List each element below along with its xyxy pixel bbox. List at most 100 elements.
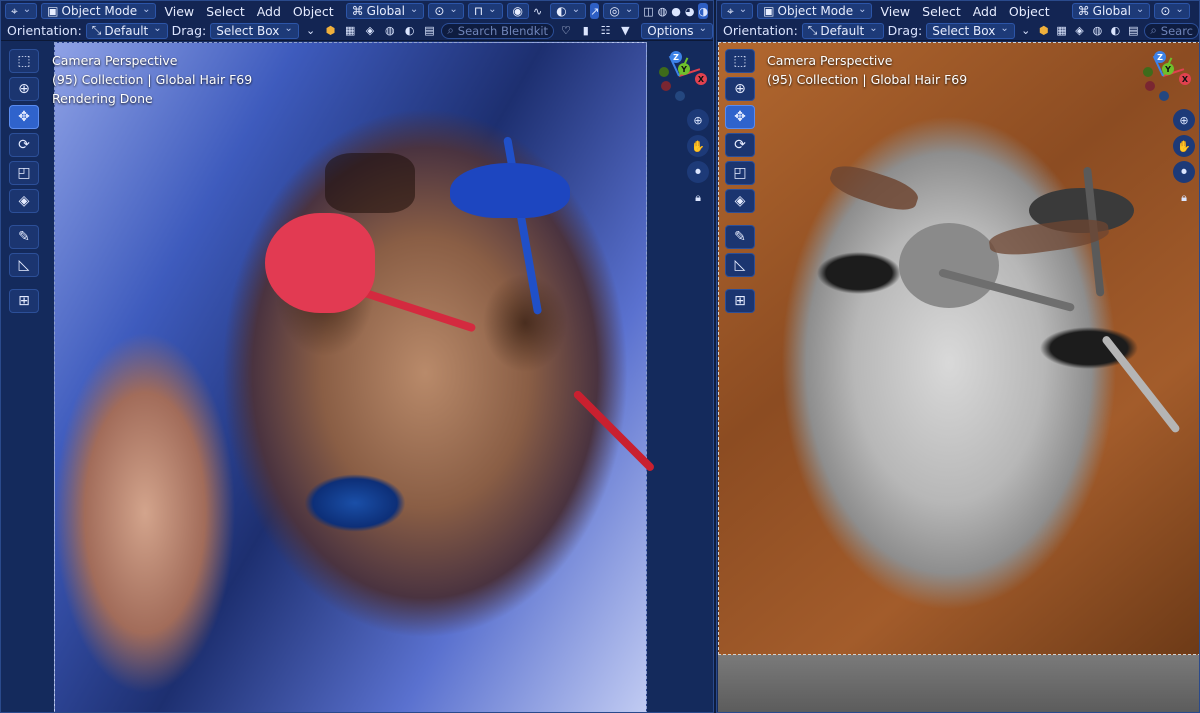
materials-icon[interactable]: ◍ <box>1091 23 1105 39</box>
pivot-point-select[interactable]: ⊙ <box>428 3 464 19</box>
gizmo-y-axis[interactable]: Y <box>1162 63 1174 75</box>
hdr-icon[interactable]: ◐ <box>402 23 418 39</box>
transform-icon[interactable]: ◈ <box>725 189 755 213</box>
zoom-icon[interactable]: ⊕ <box>1173 109 1195 131</box>
menu-object[interactable]: Object <box>1005 4 1054 19</box>
blendkit-logo-icon[interactable]: ⬢ <box>323 23 339 39</box>
blendkit-search-input[interactable]: ⌕ Searc <box>1144 22 1199 39</box>
blendkit-search-input[interactable]: ⌕ Search Blendkit <box>441 22 555 39</box>
navigation-gizmo[interactable]: Z Y X <box>653 45 711 103</box>
scale-icon[interactable]: ◰ <box>725 161 755 185</box>
models-icon[interactable]: ◈ <box>1073 23 1087 39</box>
hdr-icon[interactable]: ◐ <box>1108 23 1122 39</box>
transform-orientation-select[interactable]: ⌘ Global <box>1071 3 1151 19</box>
cursor-icon[interactable]: ⊕ <box>9 77 39 101</box>
gizmo-neg-x-axis[interactable] <box>661 81 671 91</box>
mode-select[interactable]: ▣ Object Mode <box>757 3 873 19</box>
menu-add[interactable]: Add <box>969 4 1001 19</box>
heart-icon[interactable]: ♡ <box>558 23 574 39</box>
pan-hand-icon[interactable]: ✋ <box>687 135 709 157</box>
menu-view[interactable]: View <box>160 4 198 19</box>
falloff-icon[interactable]: ∿ <box>533 3 542 19</box>
bookmark-icon[interactable]: ▮ <box>578 23 594 39</box>
select-box-icon[interactable]: ⬚ <box>9 49 39 73</box>
snap-button[interactable]: ⊓ <box>467 3 503 19</box>
annotate-icon[interactable]: ✎ <box>725 225 755 249</box>
transform-orientation-select[interactable]: ⌘ Global <box>345 3 425 19</box>
object-mode-icon: ▣ <box>47 4 59 18</box>
material-shading-icon[interactable]: ◕ <box>685 3 695 19</box>
proportional-edit-button[interactable]: ◉ <box>506 3 530 19</box>
overlays-button[interactable]: ◎ <box>603 3 640 19</box>
assetbar-icon[interactable]: ▦ <box>1055 23 1069 39</box>
chevron-down-icon[interactable]: ⌄ <box>1019 23 1033 39</box>
camera-icon[interactable]: ⏺ <box>1173 161 1195 183</box>
mode-select[interactable]: ▣ Object Mode <box>41 3 157 19</box>
options-button[interactable]: Options <box>641 22 713 39</box>
scenes-icon[interactable]: ▤ <box>422 23 438 39</box>
pan-hand-icon[interactable]: ✋ <box>1173 135 1195 157</box>
chevron-down-icon[interactable]: ⌄ <box>303 23 319 39</box>
measure-icon[interactable]: ◺ <box>9 253 39 277</box>
editor-type-button[interactable]: ⌖ <box>5 3 38 19</box>
rotate-icon[interactable]: ⟳ <box>725 133 755 157</box>
camera-icon[interactable]: ⏺ <box>687 161 709 183</box>
gizmo-neg-z-axis[interactable] <box>1159 91 1169 101</box>
cursor-icon[interactable]: ⊕ <box>725 77 755 101</box>
left-3d-viewport[interactable]: ⌖ ▣Object Mode View Select Add Object ⌘G… <box>0 0 714 713</box>
scale-icon[interactable]: ◰ <box>9 161 39 185</box>
rotate-icon[interactable]: ⟳ <box>9 133 39 157</box>
right-3d-viewport[interactable]: ⌖ ▣Object Mode View Select Add Object ⌘G… <box>716 0 1200 713</box>
gizmo-z-axis[interactable]: Z <box>1154 51 1166 63</box>
drag-select[interactable]: Select Box <box>926 22 1015 39</box>
scenes-icon[interactable]: ▤ <box>1126 23 1140 39</box>
gizmo-neg-y-axis[interactable] <box>1143 67 1153 77</box>
drag-select[interactable]: Select Box <box>210 22 299 39</box>
xray-icon[interactable]: ◫ <box>643 3 653 19</box>
gizmo-neg-z-axis[interactable] <box>675 91 685 101</box>
models-icon[interactable]: ◈ <box>362 23 378 39</box>
rendered-shading-icon[interactable]: ◑ <box>698 3 709 19</box>
annotate-icon[interactable]: ✎ <box>9 225 39 249</box>
history-icon[interactable]: ☷ <box>598 23 614 39</box>
gizmo-x-axis[interactable]: X <box>695 73 707 85</box>
solid-shading-icon[interactable]: ● <box>671 3 681 19</box>
orientation-icon: ⌘ <box>351 4 364 18</box>
menu-select[interactable]: Select <box>918 4 965 19</box>
measure-icon[interactable]: ◺ <box>725 253 755 277</box>
materials-icon[interactable]: ◍ <box>382 23 398 39</box>
orientation-select[interactable]: ⤡ Default <box>801 22 884 39</box>
pivot-point-select[interactable]: ⊙ <box>1154 3 1190 19</box>
transform-icon[interactable]: ◈ <box>9 189 39 213</box>
lock-icon[interactable]: 🔒︎ <box>687 187 709 209</box>
move-icon[interactable]: ✥ <box>9 105 39 129</box>
gizmo-z-axis[interactable]: Z <box>670 51 682 63</box>
left-toolbar: ⬚ ⊕ ✥ ⟳ ◰ ◈ ✎ ◺ ⊞ <box>725 49 755 313</box>
blendkit-logo-icon[interactable]: ⬢ <box>1037 23 1051 39</box>
visibility-button[interactable]: ◐ <box>550 3 587 19</box>
add-cube-icon[interactable]: ⊞ <box>9 289 39 313</box>
select-box-icon[interactable]: ⬚ <box>725 49 755 73</box>
assetbar-icon[interactable]: ▦ <box>342 23 358 39</box>
gizmo-neg-x-axis[interactable] <box>1145 81 1155 91</box>
menu-object[interactable]: Object <box>289 4 338 19</box>
gizmo-y-axis[interactable]: Y <box>678 63 690 75</box>
wireframe-shading-icon[interactable]: ◍ <box>658 3 668 19</box>
shading-options-icon[interactable]: ⌄ <box>712 3 713 19</box>
add-cube-icon[interactable]: ⊞ <box>725 289 755 313</box>
orientation-select[interactable]: ⤡ Default <box>85 22 168 39</box>
lock-icon[interactable]: 🔒︎ <box>1173 187 1195 209</box>
zoom-icon[interactable]: ⊕ <box>687 109 709 131</box>
navigation-gizmo[interactable]: Z Y X <box>1137 45 1195 103</box>
gizmo-x-axis[interactable]: X <box>1179 73 1191 85</box>
editor-type-button[interactable]: ⌖ <box>721 3 754 19</box>
gizmo-neg-y-axis[interactable] <box>659 67 669 77</box>
filter-icon[interactable]: ▼ <box>617 23 633 39</box>
viewport-header: ⌖ ▣Object Mode View Select Add Object ⌘G… <box>1 1 713 21</box>
move-icon[interactable]: ✥ <box>725 105 755 129</box>
menu-view[interactable]: View <box>876 4 914 19</box>
menu-add[interactable]: Add <box>253 4 285 19</box>
menu-select[interactable]: Select <box>202 4 249 19</box>
viewport-lower-area <box>718 655 1199 712</box>
gizmo-toggle-icon[interactable]: ↗ <box>590 3 600 19</box>
